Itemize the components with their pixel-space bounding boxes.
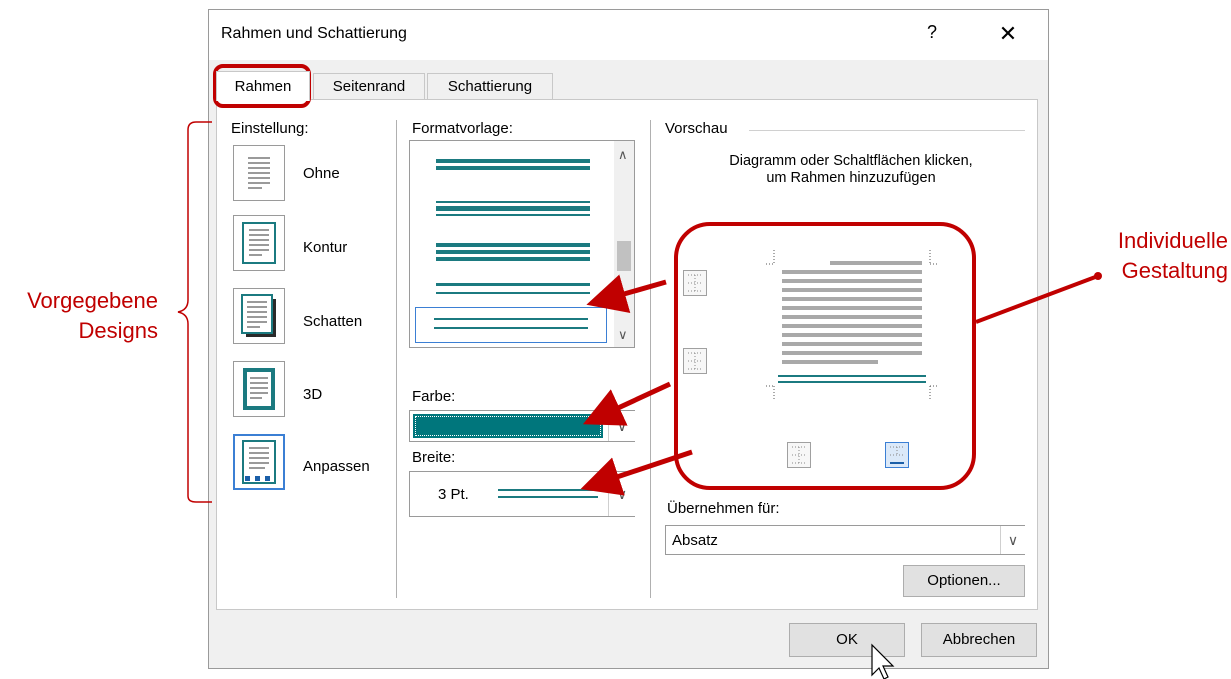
tab-rahmen-label: Rahmen (234, 78, 292, 95)
annotation-overlay (177, 64, 1102, 679)
mouse-cursor-icon (871, 643, 895, 679)
tab-rahmen[interactable]: Rahmen (216, 71, 310, 101)
